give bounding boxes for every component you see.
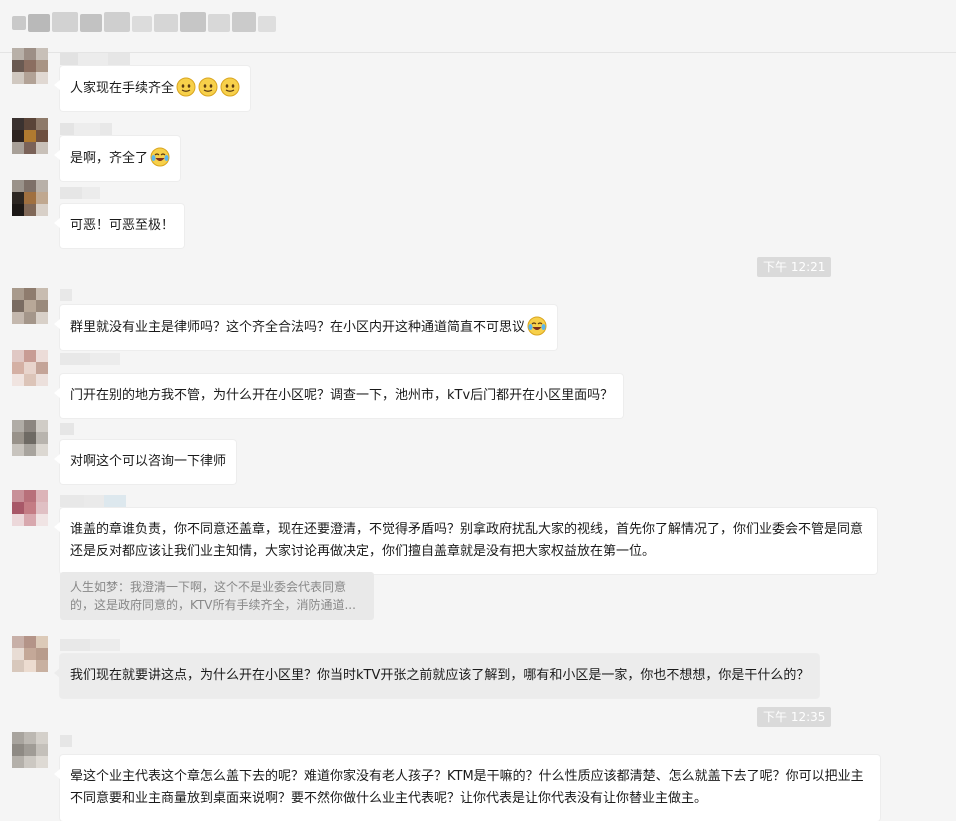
nickname-blurred — [60, 732, 72, 747]
timestamp: 下午 12:21 — [757, 257, 832, 277]
message-text: 晕这个业主代表这个章怎么盖下去的呢？难道你家没有老人孩子？KTM是干嘛的？什么性… — [70, 769, 864, 806]
avatar[interactable] — [12, 490, 48, 526]
message-text: 我们现在就要讲这点，为什么开在小区里？你当时kTV开张之前就应该了解到，哪有和小… — [70, 668, 810, 683]
avatar[interactable] — [12, 48, 48, 84]
slight-smile-icon — [198, 77, 218, 97]
chat-header — [0, 0, 956, 53]
message-text: 对啊这个可以咨询一下律师 — [70, 454, 227, 469]
avatar[interactable] — [12, 288, 48, 324]
avatar[interactable] — [12, 420, 48, 456]
avatar[interactable] — [12, 118, 48, 154]
message-text: 谁盖的章谁负责，你不同意还盖章，现在还要澄清，不觉得矛盾吗？别拿政府扰乱大家的视… — [70, 522, 864, 559]
slight-smile-icon — [176, 77, 196, 97]
avatar[interactable] — [12, 180, 48, 216]
slight-smile-icon — [220, 77, 240, 97]
message-bubble[interactable]: 人家现在手续齐全 — [53, 66, 251, 111]
message-bubble[interactable]: 对啊这个可以咨询一下律师 — [53, 440, 237, 484]
tears-of-joy-icon — [150, 147, 170, 167]
quoted-message[interactable]: 人生如梦：我澄清一下啊，这个不是业委会代表同意的，这是政府同意的，KTV所有手续… — [60, 572, 374, 620]
nickname-blurred — [60, 120, 112, 135]
tears-of-joy-icon — [527, 316, 547, 336]
quoted-text: 人生如梦：我澄清一下啊，这个不是业委会代表同意的，这是政府同意的，KTV所有手续… — [70, 580, 356, 612]
timestamp: 下午 12:35 — [757, 707, 832, 727]
message-bubble[interactable]: 群里就没有业主是律师吗？这个齐全合法吗？在小区内开这种通道简直不可思议 — [53, 305, 558, 350]
message-bubble[interactable]: 是啊，齐全了 — [53, 136, 181, 181]
avatar[interactable] — [12, 636, 48, 672]
nickname-blurred — [60, 492, 126, 507]
nickname-blurred — [60, 420, 74, 435]
message-bubble[interactable]: 谁盖的章谁负责，你不同意还盖章，现在还要澄清，不觉得矛盾吗？别拿政府扰乱大家的视… — [54, 508, 877, 574]
message-text: 是啊，齐全了 — [70, 151, 149, 166]
message-bubble-highlighted[interactable]: 我们现在就要讲这点，为什么开在小区里？你当时kTV开张之前就应该了解到，哪有和小… — [53, 654, 820, 698]
nickname-blurred — [60, 286, 72, 301]
message-bubble[interactable]: 可恶！可恶至极！ — [53, 204, 185, 248]
message-bubble[interactable]: 门开在别的地方我不管，为什么开在小区呢？调查一下，池州市，kTv后门都开在小区里… — [53, 374, 624, 418]
message-text: 可恶！可恶至极！ — [70, 218, 175, 233]
nickname-blurred — [60, 350, 120, 365]
message-text: 人家现在手续齐全 — [70, 81, 175, 96]
message-text: 群里就没有业主是律师吗？这个齐全合法吗？在小区内开这种通道简直不可思议 — [70, 320, 526, 335]
message-text: 门开在别的地方我不管，为什么开在小区呢？调查一下，池州市，kTv后门都开在小区里… — [70, 388, 614, 403]
nickname-blurred — [60, 184, 100, 199]
nickname-blurred — [60, 50, 130, 65]
chat-title-blurred — [12, 12, 276, 34]
avatar[interactable] — [12, 350, 48, 386]
nickname-blurred — [60, 636, 120, 651]
message-bubble[interactable]: 晕这个业主代表这个章怎么盖下去的呢？难道你家没有老人孩子？KTM是干嘛的？什么性… — [54, 755, 880, 821]
avatar[interactable] — [12, 732, 48, 768]
